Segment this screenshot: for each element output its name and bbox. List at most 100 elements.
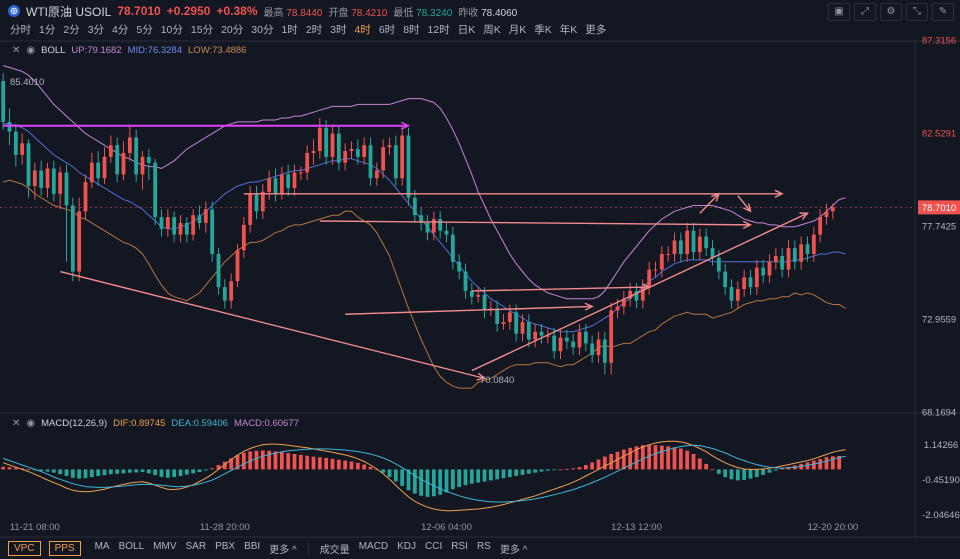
ind-sub-item-1[interactable]: MACD <box>359 541 388 556</box>
candle-body <box>286 174 291 188</box>
macd-histogram-bar <box>754 469 759 478</box>
macd-histogram-bar <box>412 469 417 494</box>
candle-body <box>609 310 614 363</box>
macd-histogram-bar <box>178 469 183 476</box>
candle-body <box>172 217 177 235</box>
macd-histogram-bar <box>469 469 474 484</box>
macd-histogram-bar <box>279 452 284 470</box>
macd-histogram-bar <box>520 469 525 475</box>
macd-histogram-bar <box>7 467 12 470</box>
candle-body <box>767 261 772 276</box>
price-tick-label: 78.7010 <box>922 203 956 214</box>
vpc-button[interactable]: VPC <box>8 541 41 556</box>
macd-histogram-bar <box>108 469 113 475</box>
macd-histogram-bar <box>267 450 272 470</box>
ind-sub-item-5[interactable]: RS <box>477 541 491 556</box>
macd-tick-label: 1.14266 <box>924 440 958 451</box>
macd-histogram-bar <box>577 467 582 470</box>
macd-histogram-bar <box>463 469 468 486</box>
macd-histogram-bar <box>286 453 291 470</box>
candle-body <box>279 174 284 194</box>
macd-histogram-bar <box>564 468 569 470</box>
macd-histogram-bar <box>197 469 202 473</box>
macd-histogram-bar <box>710 469 715 471</box>
price-tick-label: 77.7425 <box>922 222 956 233</box>
candle-body <box>685 230 690 255</box>
candle-body <box>83 182 88 212</box>
macd-histogram-bar <box>457 469 462 487</box>
ind-main-item-1[interactable]: BOLL <box>119 541 145 556</box>
high-annotation-label: 85.4010 <box>10 77 44 88</box>
candle-body <box>678 240 683 255</box>
candle-body <box>406 135 411 198</box>
macd-dif-line <box>3 440 846 512</box>
candle-body <box>210 209 215 255</box>
candle-body <box>216 254 221 288</box>
candle-body <box>780 255 785 270</box>
candle-body <box>501 322 506 324</box>
macd-histogram-bar <box>355 462 360 470</box>
candle-body <box>159 217 164 229</box>
macd-histogram-bar <box>545 469 550 471</box>
ind-sub-item-3[interactable]: CCI <box>425 541 442 556</box>
macd-histogram-bar <box>621 449 626 470</box>
macd-histogram-bar <box>558 469 563 471</box>
main-indicators: MA BOLL MMV SAR PBX BBI 更多 ^ <box>95 541 297 556</box>
candle-body <box>229 281 234 301</box>
time-tick-label: 12-06 04:00 <box>421 522 472 533</box>
candle-body <box>691 230 696 253</box>
candle-body <box>292 172 297 188</box>
candle-body <box>716 257 721 272</box>
candle-body <box>241 224 246 251</box>
candle-body <box>248 193 253 225</box>
candle-body <box>539 331 544 336</box>
candle-body <box>13 131 18 155</box>
candle-body <box>799 244 804 262</box>
price-chart[interactable]: 85.4010 70.0840 87.3156 82.5291 78.7010 77.74… <box>0 0 960 538</box>
candle-body <box>476 294 481 297</box>
candle-body <box>520 322 525 334</box>
ind-main-item-4[interactable]: PBX <box>215 541 235 556</box>
macd-histogram-bar <box>51 469 56 473</box>
candle-body <box>146 156 151 163</box>
macd-histogram-bar <box>77 469 82 479</box>
candle-body <box>127 137 132 153</box>
pps-button[interactable]: PPS <box>48 541 81 556</box>
candle-body <box>577 331 582 348</box>
macd-histogram-bar <box>134 469 139 473</box>
ind-main-item-5[interactable]: BBI <box>244 541 260 556</box>
candle-body <box>222 287 227 301</box>
ind-main-item-2[interactable]: MMV <box>153 541 176 556</box>
boll-lower-line <box>3 179 846 389</box>
macd-histogram-bar <box>146 469 151 474</box>
macd-histogram-bar <box>140 469 145 473</box>
macd-histogram-bar <box>501 469 506 479</box>
ind-sub-item-0[interactable]: 成交量 <box>320 541 350 556</box>
candle-body <box>45 168 50 188</box>
macd-histogram-bar <box>127 469 132 473</box>
candle-body <box>438 219 443 231</box>
ind-main-item-3[interactable]: SAR <box>186 541 207 556</box>
candle-body <box>558 337 563 352</box>
candle-body <box>77 211 82 272</box>
candle-body <box>26 143 31 187</box>
macd-histogram-bar <box>387 469 392 478</box>
ind-main-item-6[interactable]: 更多 ^ <box>269 541 296 556</box>
time-tick-label: 11-21 08:00 <box>10 522 60 533</box>
divider <box>307 542 309 555</box>
indicator-bar: VPC PPS MA BOLL MMV SAR PBX BBI 更多 ^ 成交量 MACD KD… <box>0 538 960 559</box>
ind-sub-item-4[interactable]: RSI <box>451 541 468 556</box>
candle-body <box>507 312 512 323</box>
macd-histogram-bar <box>767 469 772 473</box>
ind-main-item-0[interactable]: MA <box>95 541 110 556</box>
macd-histogram-bar <box>672 447 677 470</box>
sub-indicators: 成交量 MACD KDJ CCI RSI RS 更多 ^ <box>320 541 528 556</box>
ind-sub-item-2[interactable]: KDJ <box>397 541 416 556</box>
ind-sub-item-6[interactable]: 更多 ^ <box>500 541 527 556</box>
macd-histogram-bar <box>153 469 158 476</box>
macd-histogram-bar <box>596 459 601 470</box>
macd-histogram-bar <box>26 468 31 470</box>
macd-histogram-bar <box>324 457 329 470</box>
candle-body <box>533 331 538 340</box>
candle-body <box>697 236 702 253</box>
